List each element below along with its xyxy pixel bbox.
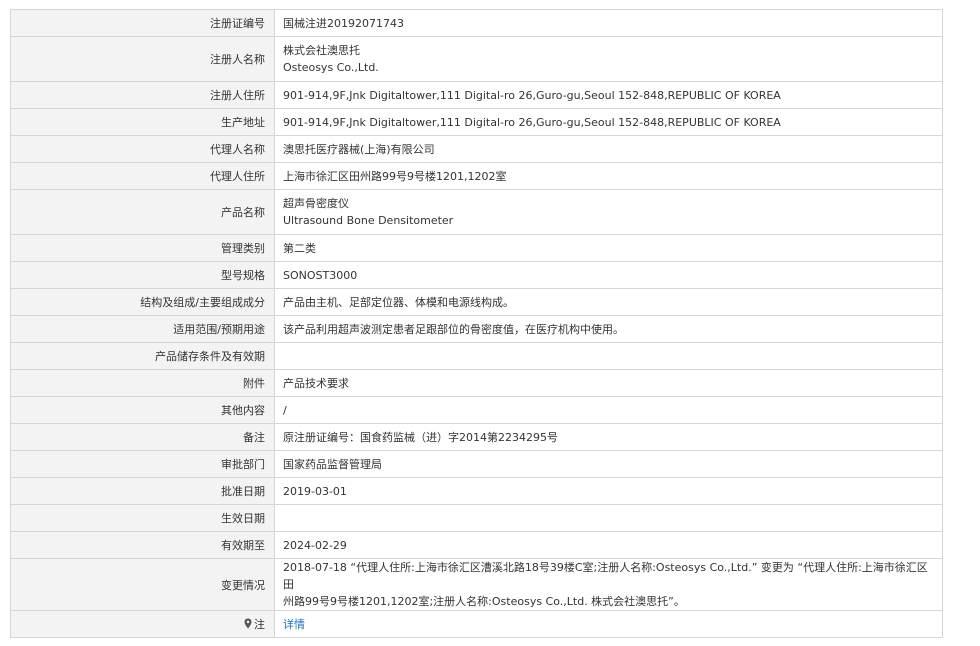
field-label: 变更情况	[10, 558, 275, 611]
field-label: 附件	[10, 369, 275, 397]
note-label-cell: 注	[10, 610, 275, 638]
field-value: 产品由主机、足部定位器、体模和电源线构成。	[283, 295, 514, 309]
field-value: 国械注进20192071743	[283, 16, 404, 30]
registration-info-table: 注册证编号 国械注进20192071743 注册人名称 株式会社澳思托 Oste…	[10, 9, 943, 638]
field-value: 该产品利用超声波测定患者足跟部位的骨密度值，在医疗机构中使用。	[283, 322, 624, 336]
registrant-name-value: 株式会社澳思托 Osteosys Co.,Ltd.	[274, 36, 943, 82]
field-label: 其他内容	[10, 396, 275, 424]
details-link[interactable]: 详情	[283, 618, 305, 631]
row-note: 注 详情	[10, 610, 943, 638]
row-attachment: 附件 产品技术要求	[10, 369, 943, 397]
change-history-value: 2018-07-18 “代理人住所:上海市徐汇区漕溪北路18号39楼C室;注册人…	[274, 558, 943, 611]
approval-department-value: 国家药品监督管理局	[274, 450, 943, 478]
field-value: 产品技术要求	[283, 376, 349, 390]
field-label: 生产地址	[10, 108, 275, 136]
field-label: 代理人名称	[10, 135, 275, 163]
field-label: 产品名称	[10, 189, 275, 235]
row-approval-department: 审批部门 国家药品监督管理局	[10, 450, 943, 478]
field-label: 代理人住所	[10, 162, 275, 190]
field-label: 有效期至	[10, 531, 275, 559]
row-other-content: 其他内容 /	[10, 396, 943, 424]
field-label: 注册人住所	[10, 81, 275, 109]
row-valid-until: 有效期至 2024-02-29	[10, 531, 943, 559]
field-value: 第二类	[283, 241, 316, 255]
structure-composition-value: 产品由主机、足部定位器、体模和电源线构成。	[274, 288, 943, 316]
field-value-line-2: Osteosys Co.,Ltd.	[283, 61, 379, 74]
field-value: 901-914,9F,Jnk Digitaltower,111 Digital-…	[283, 88, 781, 102]
row-change-history: 变更情况 2018-07-18 “代理人住所:上海市徐汇区漕溪北路18号39楼C…	[10, 558, 943, 611]
field-value: 国家药品监督管理局	[283, 457, 382, 471]
registrant-address-value: 901-914,9F,Jnk Digitaltower,111 Digital-…	[274, 81, 943, 109]
field-label: 适用范围/预期用途	[10, 315, 275, 343]
row-registrant-name: 注册人名称 株式会社澳思托 Osteosys Co.,Ltd.	[10, 36, 943, 82]
field-label: 生效日期	[10, 504, 275, 532]
field-label: 型号规格	[10, 261, 275, 289]
storage-validity-value	[274, 342, 943, 370]
agent-address-value: 上海市徐汇区田州路99号9号楼1201,1202室	[274, 162, 943, 190]
field-value: 2024-02-29	[283, 538, 347, 552]
field-label: 注册证编号	[10, 9, 275, 37]
row-production-address: 生产地址 901-914,9F,Jnk Digitaltower,111 Dig…	[10, 108, 943, 136]
field-value: 原注册证编号：国食药监械（进）字2014第2234295号	[283, 430, 558, 444]
field-label: 管理类别	[10, 234, 275, 262]
note-label: 注	[254, 618, 265, 631]
field-value-line-2: 州路99号9号楼1201,1202室;注册人名称:Osteosys Co.,Lt…	[283, 595, 685, 608]
production-address-value: 901-914,9F,Jnk Digitaltower,111 Digital-…	[274, 108, 943, 136]
field-label: 结构及组成/主要组成成分	[10, 288, 275, 316]
approval-date-value: 2019-03-01	[274, 477, 943, 505]
field-value: 澳思托医疗器械(上海)有限公司	[283, 142, 435, 156]
row-effective-date: 生效日期	[10, 504, 943, 532]
row-agent-name: 代理人名称 澳思托医疗器械(上海)有限公司	[10, 135, 943, 163]
product-name-value: 超声骨密度仪 Ultrasound Bone Densitometer	[274, 189, 943, 235]
field-value: 上海市徐汇区田州路99号9号楼1201,1202室	[283, 169, 507, 183]
field-value: 2019-03-01	[283, 484, 347, 498]
row-intended-use: 适用范围/预期用途 该产品利用超声波测定患者足跟部位的骨密度值，在医疗机构中使用…	[10, 315, 943, 343]
field-label: 批准日期	[10, 477, 275, 505]
field-value-line-1: 超声骨密度仪	[283, 197, 349, 210]
valid-until-value: 2024-02-29	[274, 531, 943, 559]
intended-use-value: 该产品利用超声波测定患者足跟部位的骨密度值，在医疗机构中使用。	[274, 315, 943, 343]
row-agent-address: 代理人住所 上海市徐汇区田州路99号9号楼1201,1202室	[10, 162, 943, 190]
field-label: 备注	[10, 423, 275, 451]
row-remarks: 备注 原注册证编号：国食药监械（进）字2014第2234295号	[10, 423, 943, 451]
agent-name-value: 澳思托医疗器械(上海)有限公司	[274, 135, 943, 163]
scrollbar-area	[966, 0, 980, 646]
field-value: /	[283, 403, 287, 417]
row-approval-date: 批准日期 2019-03-01	[10, 477, 943, 505]
field-value-line-1: 株式会社澳思托	[283, 44, 360, 57]
attachment-value: 产品技术要求	[274, 369, 943, 397]
field-label: 注册人名称	[10, 36, 275, 82]
other-content-value: /	[274, 396, 943, 424]
row-product-name: 产品名称 超声骨密度仪 Ultrasound Bone Densitometer	[10, 189, 943, 235]
effective-date-value	[274, 504, 943, 532]
note-value: 详情	[274, 610, 943, 638]
row-model-spec: 型号规格 SONOST3000	[10, 261, 943, 289]
field-value-line-2: Ultrasound Bone Densitometer	[283, 214, 454, 227]
field-value-line-1: 2018-07-18 “代理人住所:上海市徐汇区漕溪北路18号39楼C室;注册人…	[283, 561, 928, 591]
row-storage-validity: 产品储存条件及有效期	[10, 342, 943, 370]
field-label: 审批部门	[10, 450, 275, 478]
remarks-value: 原注册证编号：国食药监械（进）字2014第2234295号	[274, 423, 943, 451]
field-label: 产品储存条件及有效期	[10, 342, 275, 370]
management-category-value: 第二类	[274, 234, 943, 262]
field-value: 901-914,9F,Jnk Digitaltower,111 Digital-…	[283, 115, 781, 129]
row-registrant-address: 注册人住所 901-914,9F,Jnk Digitaltower,111 Di…	[10, 81, 943, 109]
registration-number-value: 国械注进20192071743	[274, 9, 943, 37]
row-management-category: 管理类别 第二类	[10, 234, 943, 262]
location-pin-icon	[244, 618, 252, 629]
row-structure-composition: 结构及组成/主要组成成分 产品由主机、足部定位器、体模和电源线构成。	[10, 288, 943, 316]
model-spec-value: SONOST3000	[274, 261, 943, 289]
field-value: SONOST3000	[283, 268, 358, 282]
row-registration-number: 注册证编号 国械注进20192071743	[10, 9, 943, 37]
